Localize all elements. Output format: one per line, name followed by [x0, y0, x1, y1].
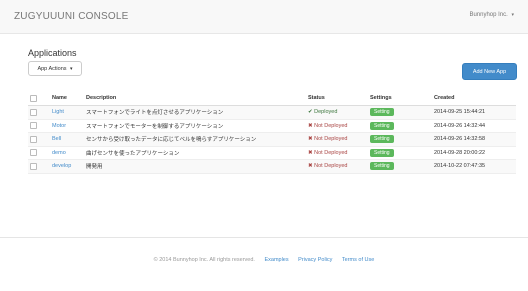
top-navbar: ZUGYUUUNI CONSOLE Bunnyhop Inc. ▾ — [0, 0, 528, 34]
row-select-cell — [28, 119, 50, 133]
status-cell: ✖ Not Deployed — [306, 159, 368, 174]
name-cell: Bell — [50, 132, 84, 147]
footer-link-privacy[interactable]: Privacy Policy — [298, 257, 332, 263]
table-row: demo 曲げセンサを使ったアプリケーション ✖ Not Deployed Se… — [28, 146, 516, 160]
footer-divider — [0, 237, 528, 238]
row-select-cell — [28, 159, 50, 174]
row-checkbox[interactable] — [30, 135, 37, 143]
row-select-cell — [28, 132, 50, 147]
app-actions-button[interactable]: App Actions ▾ — [28, 61, 82, 76]
status-cell: ✖ Not Deployed — [306, 119, 368, 133]
footer-link-examples[interactable]: Examples — [264, 257, 288, 263]
setting-button[interactable]: Setting — [370, 108, 394, 117]
settings-cell: Setting — [368, 146, 432, 160]
column-header-name[interactable]: Name — [50, 91, 84, 106]
created-date: 2014-09-26 14:32:44 — [432, 119, 516, 133]
column-header-description[interactable]: Description — [84, 91, 306, 106]
created-date: 2014-09-26 14:32:58 — [432, 132, 516, 147]
cross-icon: ✖ — [308, 163, 313, 170]
caret-down-icon: ▾ — [70, 66, 73, 72]
setting-button[interactable]: Setting — [370, 148, 394, 157]
app-description: 開発用 — [84, 159, 306, 174]
status-cell: ✖ Not Deployed — [306, 146, 368, 160]
app-name-link[interactable]: demo — [52, 150, 66, 156]
name-cell: Light — [50, 105, 84, 120]
status-text: Not Deployed — [314, 149, 348, 156]
name-cell: Motor — [50, 119, 84, 133]
status-text: Not Deployed — [314, 136, 348, 143]
row-select-cell — [28, 146, 50, 160]
status-cell: ✔ Deployed — [306, 105, 368, 120]
column-header-settings[interactable]: Settings — [368, 91, 432, 106]
created-date: 2014-09-28 20:00:22 — [432, 146, 516, 160]
footer: © 2014 Bunnyhop Inc. All rights reserved… — [0, 257, 528, 263]
setting-button[interactable]: Setting — [370, 135, 394, 144]
caret-down-icon: ▾ — [511, 12, 514, 18]
app-name-link[interactable]: Motor — [52, 123, 66, 129]
app-description: スマートフォンでライトを点灯させるアプリケーション — [84, 105, 306, 120]
user-menu[interactable]: Bunnyhop Inc. ▾ — [469, 12, 514, 18]
created-date: 2014-09-25 15:44:21 — [432, 105, 516, 120]
row-checkbox[interactable] — [30, 108, 37, 116]
brand-logo[interactable]: ZUGYUUUNI CONSOLE — [14, 11, 129, 22]
select-all-checkbox[interactable] — [30, 94, 37, 102]
status-badge: ✔ Deployed — [308, 109, 337, 115]
page-title: Applications — [28, 48, 77, 58]
row-checkbox[interactable] — [30, 149, 37, 157]
status-badge: ✖ Not Deployed — [308, 150, 347, 156]
status-text: Not Deployed — [314, 163, 348, 170]
status-badge: ✖ Not Deployed — [308, 136, 347, 142]
row-select-cell — [28, 105, 50, 120]
applications-table: Name Description Status Settings Created… — [28, 91, 516, 174]
app-description: センサから受け取ったデータに応じてベルを鳴らすアプリケーション — [84, 132, 306, 147]
status-cell: ✖ Not Deployed — [306, 132, 368, 147]
user-menu-label: Bunnyhop Inc. — [469, 12, 508, 18]
settings-cell: Setting — [368, 119, 432, 133]
footer-link-terms[interactable]: Terms of Use — [342, 257, 374, 263]
created-date: 2014-10-22 07:47:35 — [432, 159, 516, 174]
app-name-link[interactable]: develop — [52, 163, 71, 169]
select-all-cell — [28, 91, 50, 106]
status-badge: ✖ Not Deployed — [308, 163, 347, 169]
settings-cell: Setting — [368, 105, 432, 120]
cross-icon: ✖ — [308, 136, 313, 143]
copyright-text: © 2014 Bunnyhop Inc. All rights reserved… — [153, 257, 255, 263]
settings-cell: Setting — [368, 159, 432, 174]
status-badge: ✖ Not Deployed — [308, 123, 347, 129]
setting-button[interactable]: Setting — [370, 162, 394, 171]
table-row: develop 開発用 ✖ Not Deployed Setting 2014-… — [28, 159, 516, 174]
column-header-status[interactable]: Status — [306, 91, 368, 106]
table-header-row: Name Description Status Settings Created — [28, 91, 516, 106]
cross-icon: ✖ — [308, 122, 313, 129]
check-icon: ✔ — [308, 109, 313, 116]
cross-icon: ✖ — [308, 149, 313, 156]
app-name-link[interactable]: Light — [52, 109, 64, 115]
app-description: スマートフォンでモーターを制御するアプリケーション — [84, 119, 306, 133]
add-new-app-button[interactable]: Add New App — [462, 63, 517, 80]
app-name-link[interactable]: Bell — [52, 136, 61, 142]
table-row: Light スマートフォンでライトを点灯させるアプリケーション ✔ Deploy… — [28, 105, 516, 120]
column-header-created[interactable]: Created — [432, 91, 516, 106]
setting-button[interactable]: Setting — [370, 121, 394, 130]
name-cell: demo — [50, 146, 84, 160]
status-text: Deployed — [314, 109, 338, 116]
app-actions-label: App Actions — [37, 66, 67, 72]
table-row: Bell センサから受け取ったデータに応じてベルを鳴らすアプリケーション ✖ N… — [28, 132, 516, 147]
status-text: Not Deployed — [314, 122, 348, 129]
app-description: 曲げセンサを使ったアプリケーション — [84, 146, 306, 160]
row-checkbox[interactable] — [30, 122, 37, 130]
row-checkbox[interactable] — [30, 162, 37, 170]
name-cell: develop — [50, 159, 84, 174]
settings-cell: Setting — [368, 132, 432, 147]
table-row: Motor スマートフォンでモーターを制御するアプリケーション ✖ Not De… — [28, 119, 516, 133]
